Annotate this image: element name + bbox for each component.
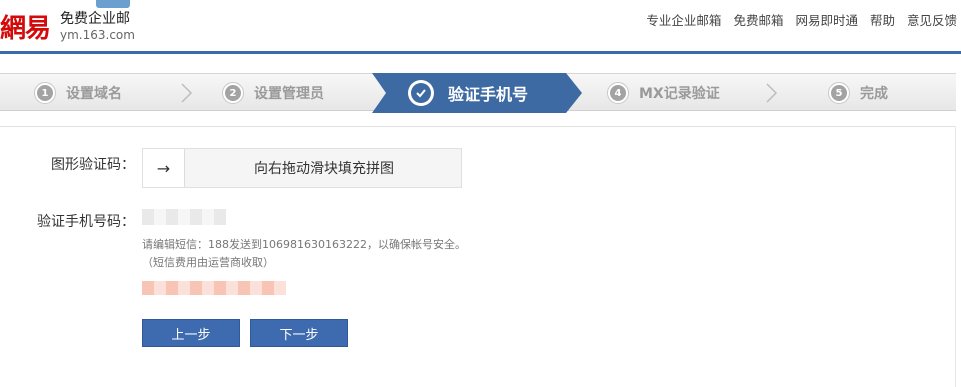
slider-handle-arrow-icon[interactable]: → — [143, 149, 185, 187]
netease-logo-mark: 網易 — [0, 14, 51, 44]
step-number-badge: 5 — [828, 82, 850, 104]
masked-phone-number — [142, 209, 226, 225]
chevron-right-icon — [766, 83, 778, 103]
step-number-badge: 4 — [607, 82, 629, 104]
step-number-badge: 1 — [34, 82, 56, 104]
step-3-active: 验证手机号 — [372, 73, 582, 113]
header-divider — [0, 51, 961, 54]
sms-fee-note: （短信费用由运营商收取） — [142, 256, 274, 269]
prev-step-button[interactable]: 上一步 — [142, 319, 240, 347]
logo-badge — [96, 0, 130, 8]
captcha-label: 图形验证码： — [51, 157, 135, 173]
step-label: MX记录验证 — [639, 86, 720, 102]
nav-link-pro-mail[interactable]: 专业企业邮箱 — [646, 10, 721, 29]
step-number-badge: 2 — [222, 82, 244, 104]
step-1: 1 设置域名 — [34, 74, 122, 112]
nav-link-feedback[interactable]: 意见反馈 — [907, 10, 957, 29]
nav-link-help[interactable]: 帮助 — [870, 10, 895, 29]
step-4: 4 MX记录验证 — [607, 74, 720, 112]
header: 網易 免费企业邮 ym.163.com 专业企业邮箱 免费邮箱 网易即时通 帮助… — [0, 0, 961, 52]
nav-link-free-mail[interactable]: 免费邮箱 — [733, 10, 783, 29]
next-step-button[interactable]: 下一步 — [250, 319, 348, 347]
chevron-right-icon — [181, 83, 193, 103]
step-2: 2 设置管理员 — [222, 74, 324, 112]
product-domain: ym.163.com — [60, 28, 135, 42]
nav-link-popo[interactable]: 网易即时通 — [795, 10, 858, 29]
step-label: 设置管理员 — [254, 86, 324, 102]
step-label: 验证手机号 — [448, 85, 529, 104]
product-name: 免费企业邮 — [60, 11, 130, 27]
step-progress-bar: 1 设置域名 2 设置管理员 验证手机号 4 MX记录验证 5 完成 — [0, 73, 956, 113]
top-nav: 专业企业邮箱 免费邮箱 网易即时通 帮助 意见反馈 — [646, 10, 957, 29]
slider-captcha[interactable]: → 向右拖动滑块填充拼图 — [142, 148, 462, 188]
step-label: 完成 — [860, 86, 888, 102]
phone-label: 验证手机号码： — [37, 214, 135, 230]
step-5: 5 完成 — [828, 74, 888, 112]
sms-instruction-line: 请编辑短信：188发送到106981630163222，以确保帐号安全。 — [142, 238, 466, 251]
masked-sms-status — [142, 281, 286, 295]
check-icon — [408, 80, 434, 106]
sms-instructions: 请编辑短信：188发送到106981630163222，以确保帐号安全。 （短信… — [142, 236, 466, 272]
captcha-hint: 向右拖动滑块填充拼图 — [254, 161, 394, 177]
page-root: 網易 免费企业邮 ym.163.com 专业企业邮箱 免费邮箱 网易即时通 帮助… — [0, 0, 961, 387]
step-label: 设置域名 — [66, 86, 122, 102]
